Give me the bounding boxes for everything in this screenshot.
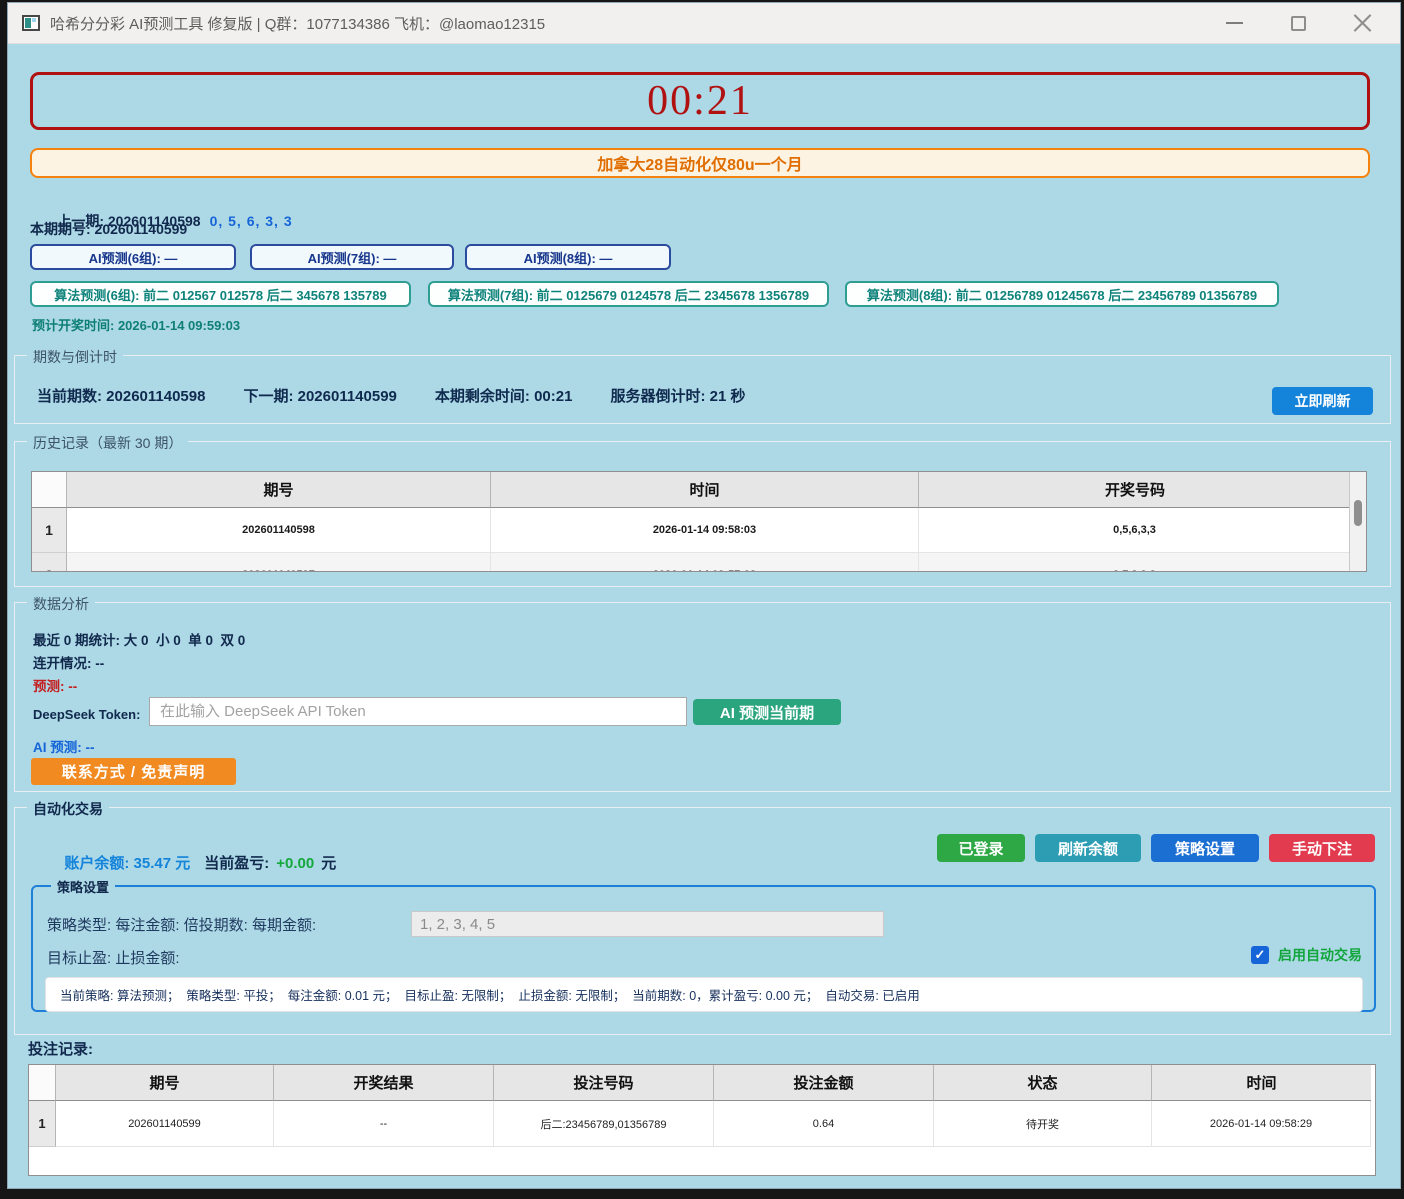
prediction-text: 预测: -- <box>33 675 77 695</box>
current-issue-text: 当前期数: 202601140598 <box>37 385 205 406</box>
row-number: 2 <box>32 553 67 572</box>
logged-in-button[interactable]: 已登录 <box>937 834 1025 862</box>
algo-predict-6-button[interactable]: 算法预测(6组): 前二 012567 012578 后二 345678 135… <box>30 281 411 307</box>
ai-predict-current-button[interactable]: AI 预测当前期 <box>693 699 841 725</box>
table-row[interactable]: 1 202601140598 2026-01-14 09:58:03 0,5,6… <box>32 508 1349 553</box>
cell-time: 2026-01-14 09:58:03 <box>491 508 919 553</box>
history-scrollbar-thumb[interactable] <box>1354 500 1362 526</box>
strategy-status-bar: 当前策略: 算法预测； 策略类型: 平投； 每注金额: 0.01 元； 目标止盈… <box>45 977 1363 1012</box>
account-balance-text: 账户余额: 35.47 元 <box>64 855 190 872</box>
bets-table-header: 期号 开奖结果 投注号码 投注金额 状态 时间 <box>29 1065 1375 1101</box>
cell-numbers: 9,7,8,9,3 <box>919 553 1351 572</box>
row-number: 1 <box>32 508 67 553</box>
history-corner-cell <box>32 472 67 508</box>
token-label: DeepSeek Token: <box>33 707 140 722</box>
window-title: 哈希分分彩 AI预测工具 修复版 | Q群：1077134386 飞机：@lao… <box>50 13 545 34</box>
recent-stats-text: 最近 0 期统计: 大 0 小 0 单 0 双 0 <box>33 629 245 649</box>
analysis-group-title: 数据分析 <box>27 594 95 614</box>
current-draw-line: 本期期号: 202601140599 <box>30 219 187 239</box>
cell-result: -- <box>274 1101 494 1147</box>
bets-col-status: 状态 <box>934 1065 1152 1101</box>
ai-predict-7-button[interactable]: AI预测(7组): — <box>250 244 454 270</box>
close-button[interactable] <box>1330 5 1394 41</box>
cell-issue: 202601140597 <box>67 553 491 572</box>
maximize-icon <box>1291 16 1306 31</box>
ai-predict-6-button[interactable]: AI预测(6组): — <box>30 244 236 270</box>
trading-group: 自动化交易 账户余额: 35.47 元当前盈亏:+0.00元 已登录 刷新余额 … <box>14 807 1391 1035</box>
bet-records-table: 期号 开奖结果 投注号码 投注金额 状态 时间 1 202601140599 -… <box>28 1064 1376 1176</box>
refresh-now-button[interactable]: 立即刷新 <box>1272 387 1373 415</box>
history-group-title: 历史记录（最新 30 期） <box>27 433 188 453</box>
countdown-group: 期数与倒计时 当前期数: 202601140598 下一期: 202601140… <box>14 355 1391 424</box>
cell-time: 2026-01-14 09:58:29 <box>1152 1101 1371 1147</box>
auto-trade-label: 启用自动交易 <box>1278 945 1362 965</box>
bets-col-numbers: 投注号码 <box>494 1065 714 1101</box>
window-controls <box>1202 5 1394 41</box>
bets-corner-cell <box>29 1065 56 1101</box>
history-col-time: 时间 <box>491 472 919 508</box>
ai-predict-8-button[interactable]: AI预测(8组): — <box>465 244 671 270</box>
cell-time: 2026-01-14 09:57:03 <box>491 553 919 572</box>
cell-issue: 202601140598 <box>67 508 491 553</box>
maximize-button[interactable] <box>1266 5 1330 41</box>
cell-amount: 0.64 <box>714 1101 934 1147</box>
cell-numbers: 0,5,6,3,3 <box>919 508 1351 553</box>
cell-status: 待开奖 <box>934 1101 1152 1147</box>
refresh-balance-button[interactable]: 刷新余额 <box>1035 834 1141 862</box>
history-table: 期号 时间 开奖号码 1 202601140598 2026-01-14 09:… <box>31 471 1367 572</box>
history-col-numbers: 开奖号码 <box>919 472 1351 508</box>
ai-prediction-text: AI 预测: -- <box>33 736 95 756</box>
bet-records-title: 投注记录: <box>28 1038 93 1059</box>
deepseek-token-input[interactable] <box>149 697 687 726</box>
minimize-button[interactable] <box>1202 5 1266 41</box>
strategy-row2-label: 目标止盈: 止损金额: <box>47 947 180 968</box>
profit-loss-unit: 元 <box>321 855 336 872</box>
history-group: 历史记录（最新 30 期） 期号 时间 开奖号码 1 202601140598 … <box>14 441 1391 587</box>
app-window: 哈希分分彩 AI预测工具 修复版 | Q群：1077134386 飞机：@lao… <box>8 3 1400 1188</box>
bets-col-time: 时间 <box>1152 1065 1371 1101</box>
server-countdown-text: 服务器倒计时: 21 秒 <box>610 385 745 406</box>
auto-trade-toggle[interactable]: 启用自动交易 <box>1251 945 1362 965</box>
countdown-info-row: 当前期数: 202601140598 下一期: 202601140599 本期剩… <box>37 385 745 406</box>
strategy-group: 策略设置 策略类型: 每注金额: 倍投期数: 每期金额: 目标止盈: 止损金额:… <box>31 885 1376 1012</box>
countdown-group-title: 期数与倒计时 <box>27 347 123 367</box>
strategy-group-title: 策略设置 <box>51 877 115 896</box>
ad-banner: 加拿大28自动化仅80u一个月 <box>30 148 1370 178</box>
main-content: 00:21 加拿大28自动化仅80u一个月 上一期: 2026011405980… <box>8 44 1400 1188</box>
row-number: 1 <box>29 1101 56 1147</box>
bets-col-issue: 期号 <box>56 1065 274 1101</box>
countdown-timer-value: 00:21 <box>647 77 753 125</box>
previous-draw-numbers: 0, 5, 6, 3, 3 <box>210 213 293 229</box>
trading-group-title: 自动化交易 <box>27 799 109 819</box>
contact-disclaimer-button[interactable]: 联系方式 / 免责声明 <box>31 758 236 785</box>
minimize-icon <box>1226 22 1243 24</box>
cell-issue: 202601140599 <box>56 1101 274 1147</box>
streak-text: 连开情况: -- <box>33 652 104 672</box>
bets-col-amount: 投注金额 <box>714 1065 934 1101</box>
table-row[interactable]: 2 202601140597 2026-01-14 09:57:03 9,7,8… <box>32 553 1349 572</box>
profit-loss-value: +0.00 <box>276 855 314 872</box>
manual-bet-button[interactable]: 手动下注 <box>1269 834 1375 862</box>
countdown-timer-box: 00:21 <box>30 72 1370 130</box>
strategy-row1-label: 策略类型: 每注金额: 倍投期数: 每期金额: <box>47 914 316 935</box>
strategy-settings-button[interactable]: 策略设置 <box>1151 834 1259 862</box>
next-issue-text: 下一期: 202601140599 <box>243 385 396 406</box>
algo-predict-7-button[interactable]: 算法预测(7组): 前二 0125679 0124578 后二 2345678 … <box>428 281 829 307</box>
close-icon <box>1353 14 1372 33</box>
app-icon <box>22 15 40 31</box>
remaining-time-text: 本期剩余时间: 00:21 <box>435 385 573 406</box>
algo-predict-8-button[interactable]: 算法预测(8组): 前二 01256789 01245678 后二 234567… <box>845 281 1279 307</box>
per-issue-amounts-input[interactable] <box>411 911 884 937</box>
profit-loss-label: 当前盈亏: <box>204 855 269 872</box>
bets-col-result: 开奖结果 <box>274 1065 494 1101</box>
expected-draw-time: 预计开奖时间: 2026-01-14 09:59:03 <box>32 315 240 334</box>
table-row[interactable]: 1 202601140599 -- 后二:23456789,01356789 0… <box>29 1101 1375 1147</box>
cell-bet-numbers: 后二:23456789,01356789 <box>494 1101 714 1147</box>
history-table-header: 期号 时间 开奖号码 <box>32 472 1349 508</box>
history-col-issue: 期号 <box>67 472 491 508</box>
auto-trade-checkbox[interactable] <box>1251 946 1269 964</box>
window-titlebar[interactable]: 哈希分分彩 AI预测工具 修复版 | Q群：1077134386 飞机：@lao… <box>8 3 1400 44</box>
analysis-group: 数据分析 最近 0 期统计: 大 0 小 0 单 0 双 0 连开情况: -- … <box>14 602 1391 792</box>
history-scrollbar[interactable] <box>1349 472 1366 571</box>
